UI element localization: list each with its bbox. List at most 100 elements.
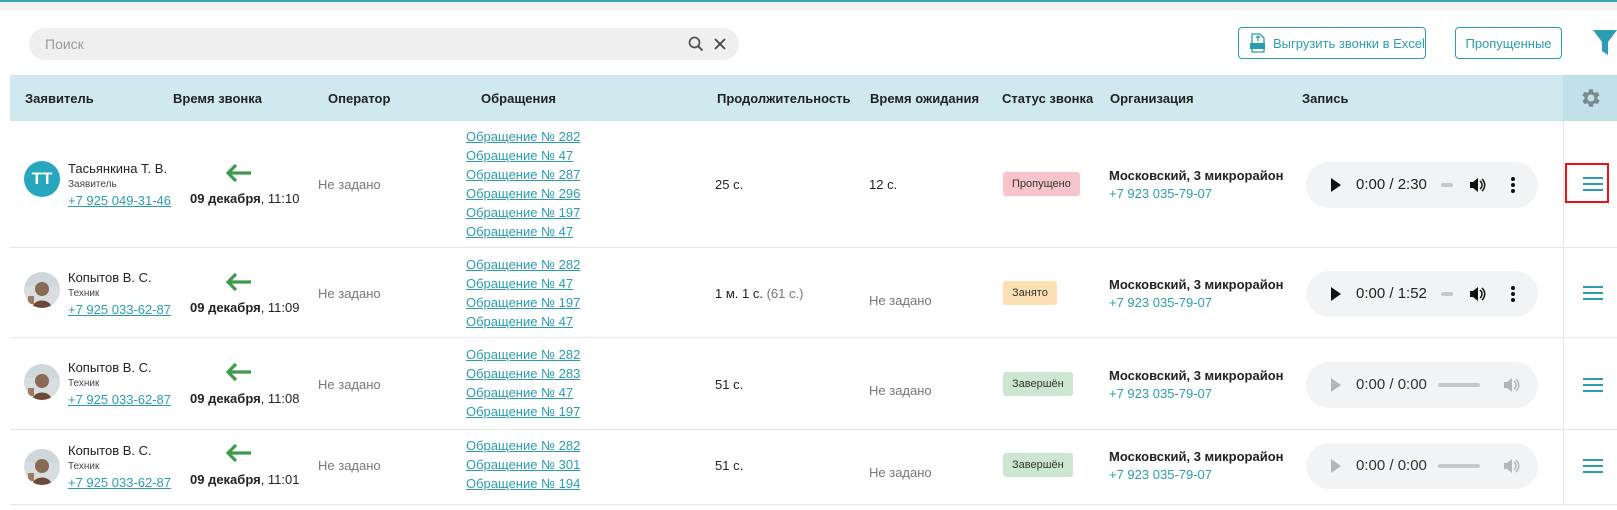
audio-player[interactable]: 0:00 / 0:00	[1306, 362, 1538, 408]
applicant-phone-link[interactable]: +7 925 033-62-87	[68, 302, 171, 317]
column-divider	[1563, 338, 1564, 429]
applicant-phone-link[interactable]: +7 925 033-62-87	[68, 392, 171, 407]
duration: 51 с.	[715, 458, 743, 473]
applicant-role: Техник	[68, 378, 100, 389]
more-options-icon[interactable]	[1510, 285, 1516, 303]
duration: 1 м. 1 с. (61 с.)	[715, 286, 803, 301]
column-divider	[1563, 430, 1564, 504]
volume-icon[interactable]	[1502, 376, 1520, 394]
call-time: 09 декабря, 11:10	[190, 191, 299, 206]
column-header-organization[interactable]: Организация	[1110, 91, 1194, 106]
missed-calls-button[interactable]: Пропущенные	[1455, 27, 1562, 59]
column-header-recording[interactable]: Запись	[1302, 91, 1348, 106]
avatar	[24, 364, 60, 400]
search-icon[interactable]	[687, 35, 705, 53]
request-link[interactable]: Обращение № 197	[466, 203, 580, 222]
play-icon[interactable]	[1330, 177, 1342, 193]
volume-icon[interactable]	[1468, 285, 1486, 303]
avatar-photo	[24, 449, 60, 485]
more-options-icon[interactable]	[1510, 176, 1516, 194]
applicant-info: Тасьянкина Т. В. Заявитель +7 925 049-31…	[68, 161, 171, 208]
request-link[interactable]: Обращение № 301	[466, 455, 580, 474]
audio-progress-bar[interactable]	[1441, 292, 1453, 296]
table-row: Копытов В. С. Техник +7 925 033-62-87 09…	[10, 338, 1617, 430]
play-icon[interactable]	[1330, 458, 1342, 474]
applicant-name: Копытов В. С.	[68, 443, 152, 458]
request-link[interactable]: Обращение № 287	[466, 165, 580, 184]
applicant-phone-link[interactable]: +7 925 049-31-46	[68, 193, 171, 208]
column-header-wait-time[interactable]: Время ожидания	[870, 91, 979, 106]
column-header-requests[interactable]: Обращения	[481, 91, 556, 106]
column-header-call-status[interactable]: Статус звонка	[1002, 91, 1093, 106]
column-header-call-time[interactable]: Время звонка	[173, 91, 262, 106]
request-link[interactable]: Обращение № 282	[466, 436, 580, 455]
request-link[interactable]: Обращение № 47	[466, 222, 580, 241]
call-date: 09 декабря	[190, 191, 261, 206]
audio-progress-bar[interactable]	[1438, 464, 1480, 468]
wait-time: Не задано	[869, 465, 932, 480]
request-link[interactable]: Обращение № 47	[466, 146, 580, 165]
row-menu-icon[interactable]	[1583, 176, 1603, 192]
table-row: Копытов В. С. Техник +7 925 033-62-87 09…	[10, 248, 1617, 338]
applicant-info: Копытов В. С. Техник +7 925 033-62-87	[68, 443, 171, 490]
call-time: 09 декабря, 11:09	[190, 300, 299, 315]
status-badge: Завершён	[1003, 372, 1073, 396]
row-menu-icon[interactable]	[1583, 377, 1603, 393]
volume-icon[interactable]	[1502, 457, 1520, 475]
export-excel-button[interactable]: Выгрузить звонки в Excel	[1238, 27, 1426, 59]
play-icon[interactable]	[1330, 377, 1342, 393]
request-link[interactable]: Обращение № 282	[466, 345, 580, 364]
requests-list: Обращение № 282 Обращение № 283 Обращени…	[466, 345, 580, 421]
call-date: 09 декабря	[190, 300, 261, 315]
row-menu-icon[interactable]	[1583, 285, 1603, 301]
close-icon[interactable]	[711, 35, 729, 53]
search-box	[29, 28, 739, 60]
requests-list: Обращение № 282 Обращение № 47 Обращение…	[466, 127, 580, 241]
audio-player[interactable]: 0:00 / 1:52	[1306, 271, 1538, 317]
organization-phone[interactable]: +7 923 035-79-07	[1109, 295, 1284, 310]
requests-list: Обращение № 282 Обращение № 47 Обращение…	[466, 255, 580, 331]
requests-list: Обращение № 282 Обращение № 301 Обращени…	[466, 436, 580, 493]
request-link[interactable]: Обращение № 283	[466, 364, 580, 383]
top-border	[0, 0, 1617, 10]
request-link[interactable]: Обращение № 47	[466, 274, 580, 293]
audio-player[interactable]: 0:00 / 2:30	[1306, 162, 1538, 208]
organization-phone[interactable]: +7 923 035-79-07	[1109, 186, 1284, 201]
request-link[interactable]: Обращение № 282	[466, 127, 580, 146]
export-excel-label: Выгрузить звонки в Excel	[1273, 35, 1425, 51]
call-date: 09 декабря	[190, 472, 261, 487]
request-link[interactable]: Обращение № 197	[466, 402, 580, 421]
duration: 25 с.	[715, 177, 743, 192]
row-menu-icon[interactable]	[1583, 458, 1603, 474]
request-link[interactable]: Обращение № 282	[466, 255, 580, 274]
play-icon[interactable]	[1330, 286, 1342, 302]
column-header-duration[interactable]: Продолжительность	[717, 91, 850, 106]
request-link[interactable]: Обращение № 47	[466, 383, 580, 402]
organization-phone[interactable]: +7 923 035-79-07	[1109, 386, 1284, 401]
column-header-applicant[interactable]: Заявитель	[25, 91, 94, 106]
search-input[interactable]	[39, 28, 671, 60]
audio-progress-bar[interactable]	[1438, 383, 1480, 387]
organization: Московский, 3 микрорайон +7 923 035-79-0…	[1109, 368, 1284, 401]
applicant-role: Техник	[68, 461, 100, 472]
organization-phone[interactable]: +7 923 035-79-07	[1109, 467, 1284, 482]
gear-icon	[1582, 89, 1600, 107]
call-date: 09 декабря	[190, 391, 261, 406]
audio-player[interactable]: 0:00 / 0:00	[1306, 443, 1538, 489]
table-settings-button[interactable]	[1563, 75, 1617, 121]
applicant-phone-link[interactable]: +7 925 033-62-87	[68, 475, 171, 490]
duration-value: 51 с.	[715, 377, 744, 392]
organization-name: Московский, 3 микрорайон	[1109, 277, 1284, 292]
volume-icon[interactable]	[1468, 176, 1486, 194]
duration-value: 51 с.	[715, 458, 744, 473]
request-link[interactable]: Обращение № 47	[466, 312, 580, 331]
incoming-call-arrow-icon	[225, 443, 251, 463]
column-header-operator[interactable]: Оператор	[328, 91, 390, 106]
request-link[interactable]: Обращение № 296	[466, 184, 580, 203]
request-link[interactable]: Обращение № 197	[466, 293, 580, 312]
audio-progress-bar[interactable]	[1441, 183, 1453, 187]
filter-icon[interactable]	[1592, 28, 1617, 58]
organization: Московский, 3 микрорайон +7 923 035-79-0…	[1109, 277, 1284, 310]
table-header: Заявитель Время звонка Оператор Обращени…	[10, 75, 1617, 121]
request-link[interactable]: Обращение № 194	[466, 474, 580, 493]
